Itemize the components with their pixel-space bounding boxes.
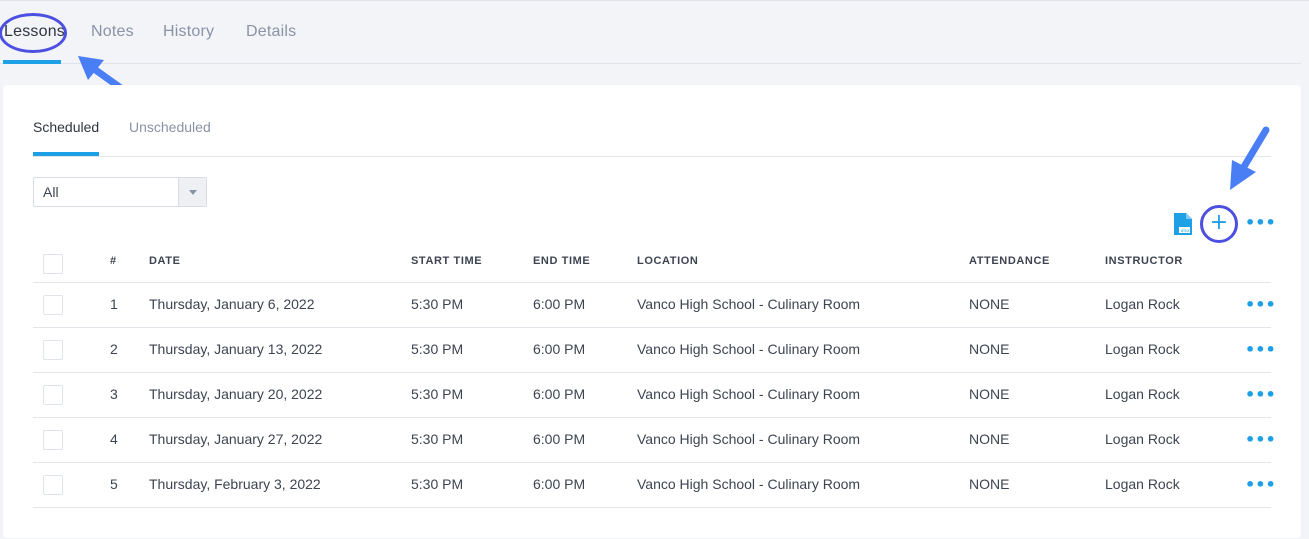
cell-start-time: 5:30 PM [411,431,464,447]
chevron-down-icon [189,190,197,195]
xlsx-export-icon[interactable]: .xlsx [1174,213,1192,235]
cell-date: Thursday, January 13, 2022 [149,341,323,357]
row-select-checkbox[interactable] [43,430,63,450]
row-select-checkbox[interactable] [43,475,63,495]
tab-unscheduled[interactable]: Unscheduled [129,119,211,135]
row-select-checkbox[interactable] [43,295,63,315]
cell-instructor: Logan Rock [1105,341,1180,357]
cell-date: Thursday, January 6, 2022 [149,296,315,312]
table-header-row: # DATE START TIME END TIME LOCATION ATTE… [33,245,1271,283]
cell-end-time: 6:00 PM [533,341,586,357]
header-attendance[interactable]: ATTENDANCE [969,255,1050,267]
cell-start-time: 5:30 PM [411,476,464,492]
header-instructor[interactable]: INSTRUCTOR [1105,255,1183,267]
tab-notes[interactable]: Notes [91,23,134,41]
cell-start-time: 5:30 PM [411,386,464,402]
cell-instructor: Logan Rock [1105,296,1180,312]
cell-number: 1 [110,296,118,312]
cell-end-time: 6:00 PM [533,296,586,312]
table-row[interactable]: 5 Thursday, February 3, 2022 5:30 PM 6:00 P… [33,463,1276,508]
lessons-card: Scheduled Unscheduled All .xlsx + ••• # … [3,85,1301,538]
cell-end-time: 6:00 PM [533,476,586,492]
cell-attendance: NONE [969,341,1010,357]
cell-attendance: NONE [969,431,1010,447]
cell-date: Thursday, February 3, 2022 [149,476,321,492]
select-all-checkbox[interactable] [43,254,63,274]
svg-text:.xlsx: .xlsx [1179,228,1190,234]
lesson-filter-select[interactable]: All [33,177,207,207]
header-location[interactable]: LOCATION [637,255,698,267]
row-more-options-icon[interactable]: ••• [1245,475,1276,494]
header-date[interactable]: DATE [149,255,181,267]
table-body: 1 Thursday, January 6, 2022 5:30 PM 6:00 PM… [33,283,1276,508]
top-border [0,0,1309,3]
cell-number: 2 [110,341,118,357]
cell-location: Vanco High School - Culinary Room [637,296,861,312]
tab-scheduled[interactable]: Scheduled [33,119,99,135]
active-subtab-indicator [33,152,99,156]
header-number: # [110,255,117,267]
cell-instructor: Logan Rock [1105,386,1180,402]
cell-start-time: 5:30 PM [411,341,464,357]
cell-date: Thursday, January 20, 2022 [149,386,323,402]
row-more-options-icon[interactable]: ••• [1245,430,1276,449]
cell-date: Thursday, January 27, 2022 [149,431,323,447]
table-row[interactable]: 3 Thursday, January 20, 2022 5:30 PM 6:00 P… [33,373,1276,418]
cell-end-time: 6:00 PM [533,431,586,447]
annotation-circle-lessons [0,13,67,53]
active-tab-indicator [3,60,61,64]
row-select-checkbox[interactable] [43,385,63,405]
cell-start-time: 5:30 PM [411,296,464,312]
sub-tab-bar: Scheduled Unscheduled [33,109,1271,157]
header-end-time[interactable]: END TIME [533,255,590,267]
top-tab-bar: Lessons Notes History Details [0,13,1301,64]
tab-history[interactable]: History [163,23,214,41]
more-options-icon[interactable]: ••• [1245,213,1276,232]
row-more-options-icon[interactable]: ••• [1245,295,1276,314]
cell-number: 3 [110,386,118,402]
cell-location: Vanco High School - Culinary Room [637,431,861,447]
tab-details[interactable]: Details [246,23,296,41]
lessons-table: # DATE START TIME END TIME LOCATION ATTE… [33,245,1276,508]
cell-end-time: 6:00 PM [533,386,586,402]
cell-attendance: NONE [969,296,1010,312]
cell-attendance: NONE [969,386,1010,402]
table-row[interactable]: 2 Thursday, January 13, 2022 5:30 PM 6:00 P… [33,328,1276,373]
cell-attendance: NONE [969,476,1010,492]
row-more-options-icon[interactable]: ••• [1245,385,1276,404]
table-row[interactable]: 1 Thursday, January 6, 2022 5:30 PM 6:00 PM… [33,283,1276,328]
cell-number: 5 [110,476,118,492]
cell-location: Vanco High School - Culinary Room [637,476,861,492]
cell-instructor: Logan Rock [1105,431,1180,447]
cell-instructor: Logan Rock [1105,476,1180,492]
row-more-options-icon[interactable]: ••• [1245,340,1276,359]
cell-location: Vanco High School - Culinary Room [637,386,861,402]
header-start-time[interactable]: START TIME [411,255,482,267]
row-select-checkbox[interactable] [43,340,63,360]
table-row[interactable]: 4 Thursday, January 27, 2022 5:30 PM 6:00 P… [33,418,1276,463]
cell-number: 4 [110,431,118,447]
filter-selected-value: All [43,184,59,200]
add-lesson-button[interactable]: + [1209,212,1229,234]
cell-location: Vanco High School - Culinary Room [637,341,861,357]
filter-dropdown-toggle[interactable] [178,178,206,206]
